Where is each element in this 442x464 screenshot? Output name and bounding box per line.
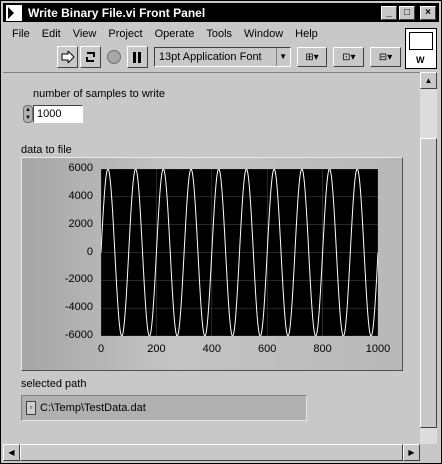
x-tick-label: 200 xyxy=(147,343,166,355)
horizontal-scrollbar[interactable]: ◀ ▶ xyxy=(3,444,420,461)
window-title: Write Binary File.vi Front Panel xyxy=(28,5,206,20)
minimize-button[interactable]: _ xyxy=(381,5,397,20)
samples-input[interactable]: 1000 xyxy=(33,105,83,123)
menu-file[interactable]: File xyxy=(3,28,36,40)
y-tick-label: 0 xyxy=(86,245,93,258)
vertical-scroll-thumb[interactable] xyxy=(420,138,437,428)
run-continuously-icon xyxy=(85,52,95,62)
distribute-icon: ⊡▾ xyxy=(342,51,356,63)
x-tick-label: 800 xyxy=(313,343,332,355)
run-arrow-icon xyxy=(61,51,75,63)
graph-label: data to file xyxy=(21,144,72,156)
menu-operate[interactable]: Operate xyxy=(149,28,201,40)
y-tick-label: -2000 xyxy=(64,273,93,286)
path-value: C:\Temp\TestData.dat xyxy=(40,402,146,414)
y-tick-label: 2000 xyxy=(68,217,93,230)
close-button[interactable]: × xyxy=(420,5,436,20)
vi-icon-picture xyxy=(409,32,433,50)
run-button[interactable] xyxy=(57,46,79,68)
maximize-button[interactable]: □ xyxy=(399,5,415,20)
align-objects-button[interactable]: ⊞▾ xyxy=(296,47,328,67)
browse-path-icon[interactable]: ▫ xyxy=(26,401,36,415)
y-tick-label: 4000 xyxy=(68,189,93,202)
run-continuously-button[interactable] xyxy=(80,46,102,68)
menu-edit[interactable]: Edit xyxy=(36,28,67,40)
x-tick-label: 1000 xyxy=(365,343,391,355)
scroll-up-button[interactable]: ▲ xyxy=(420,72,437,89)
vi-icon-letter: W xyxy=(416,55,425,65)
vi-connector-icon[interactable]: W xyxy=(405,28,437,69)
menu-view[interactable]: View xyxy=(67,28,103,40)
pause-button[interactable] xyxy=(126,46,148,68)
samples-control: ▲ ▼ 1000 xyxy=(23,105,83,123)
reorder-button[interactable]: ⊟▾ xyxy=(370,47,402,67)
align-icon: ⊞▾ xyxy=(305,51,319,63)
vertical-scrollbar[interactable]: ▲ xyxy=(420,72,437,444)
x-tick-label: 0 xyxy=(97,343,105,355)
front-panel-window: Write Binary File.vi Front Panel _ □ × F… xyxy=(0,0,442,464)
menu-help[interactable]: Help xyxy=(289,28,324,40)
menu-tools[interactable]: Tools xyxy=(200,28,238,40)
plot-svg xyxy=(100,168,379,337)
scroll-left-button[interactable]: ◀ xyxy=(3,444,20,461)
abort-stop-icon xyxy=(107,50,122,64)
distribute-objects-button[interactable]: ⊡▾ xyxy=(333,47,365,67)
menu-bar: File Edit View Project Operate Tools Win… xyxy=(3,24,403,43)
title-bar[interactable]: Write Binary File.vi Front Panel _ □ × xyxy=(3,3,439,22)
y-tick-label: 6000 xyxy=(68,162,93,174)
labview-app-icon xyxy=(6,4,22,21)
chevron-down-icon: ▼ xyxy=(275,48,290,66)
horizontal-scroll-thumb[interactable] xyxy=(20,444,403,461)
plot-area[interactable] xyxy=(100,168,379,337)
x-tick-label: 400 xyxy=(202,343,221,355)
path-label: selected path xyxy=(21,378,87,390)
samples-label: number of samples to write xyxy=(33,88,166,100)
menu-window[interactable]: Window xyxy=(238,28,289,40)
waveform-trace xyxy=(100,168,379,337)
y-tick-label: -6000 xyxy=(64,329,93,341)
pause-icon xyxy=(133,51,142,63)
font-select-value: 13pt Application Font xyxy=(158,51,262,63)
y-tick-label: -4000 xyxy=(64,301,93,314)
x-tick-label: 600 xyxy=(258,343,277,355)
scroll-right-button[interactable]: ▶ xyxy=(403,444,420,461)
increment-decrement-icon[interactable]: ▲ ▼ xyxy=(23,105,33,123)
path-indicator: ▫ C:\Temp\TestData.dat xyxy=(21,395,307,421)
reorder-icon: ⊟▾ xyxy=(378,51,393,63)
menu-project[interactable]: Project xyxy=(102,28,148,40)
toolbar: 13pt Application Font ▼ ⊞▾ ⊡▾ ⊟▾ xyxy=(3,44,402,70)
font-select[interactable]: 13pt Application Font ▼ xyxy=(153,47,291,67)
abort-button[interactable] xyxy=(103,46,125,68)
